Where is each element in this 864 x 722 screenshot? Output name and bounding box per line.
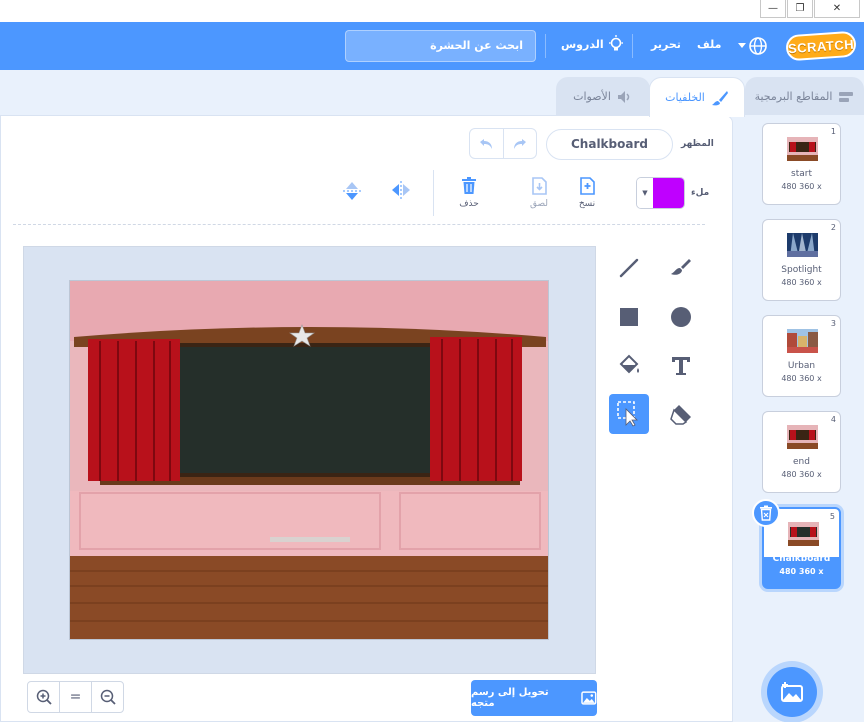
- backdrop-item-urban[interactable]: 3 Urban 480 360 x: [762, 315, 841, 397]
- backdrop-item-start[interactable]: 1 start 480 360 x: [762, 123, 841, 205]
- convert-to-vector-button[interactable]: تحويل إلى رسم متجه: [471, 680, 597, 716]
- eraser-icon: [670, 405, 691, 425]
- edit-menu[interactable]: تحرير: [651, 38, 681, 51]
- search-input[interactable]: ابحث عن الحشرة: [345, 30, 536, 62]
- flip-horizontal-icon: [392, 181, 410, 199]
- backdrop-thumbnail: [787, 329, 818, 353]
- flip-vertical-icon: [343, 182, 361, 200]
- code-blocks-icon: [839, 91, 854, 102]
- text-icon: [672, 357, 690, 375]
- language-globe-icon[interactable]: [748, 36, 768, 56]
- toolbar-divider: [433, 170, 434, 216]
- costume-label: المظهر: [681, 139, 714, 149]
- zoom-out-icon: [100, 689, 116, 705]
- speaker-icon: [617, 90, 630, 103]
- zoom-in-button[interactable]: [28, 682, 60, 712]
- delete-button[interactable]: حذف: [449, 176, 489, 218]
- backdrop-thumbnail: [787, 233, 818, 257]
- zoom-controls: =: [27, 681, 124, 713]
- paintbrush-icon: [711, 90, 728, 105]
- zoom-reset-button[interactable]: =: [60, 682, 92, 712]
- paint-bucket-icon: [619, 354, 639, 374]
- canvas-area[interactable]: [23, 246, 596, 674]
- undo-icon: [480, 138, 493, 149]
- file-menu[interactable]: ملف: [697, 38, 721, 51]
- tutorials-menu[interactable]: الدروس: [561, 35, 624, 53]
- backdrop-thumbnail: [787, 137, 818, 161]
- chevron-down-icon: ▼: [637, 178, 653, 208]
- backdrop-list: 1 start 480 360 x 2 Spotlight 480 360 x …: [734, 115, 864, 722]
- toolbar-separator: [13, 224, 705, 225]
- backdrop-thumbnail: [787, 425, 818, 449]
- redo-icon: [513, 138, 526, 149]
- chevron-down-icon[interactable]: [738, 43, 746, 48]
- fill-color-swatch: [653, 178, 684, 208]
- line-icon: [619, 258, 639, 278]
- menu-bar: SCRATCH ملف تحرير الدروس ابحث عن الحشرة: [0, 22, 864, 70]
- drawing-canvas[interactable]: [69, 280, 549, 640]
- fill-tool[interactable]: [609, 346, 649, 386]
- copy-icon: [580, 177, 595, 195]
- chalkboard-backdrop-image: [70, 281, 548, 639]
- zoom-in-icon: [36, 689, 52, 705]
- fill-label: ملء: [691, 188, 710, 198]
- flip-horizontal-button[interactable]: [381, 180, 421, 222]
- paste-icon: [532, 177, 547, 195]
- undo-redo-group: [469, 128, 537, 159]
- flip-vertical-button[interactable]: [332, 180, 372, 222]
- choose-backdrop-button[interactable]: [767, 667, 817, 717]
- backdrop-item-spotlight[interactable]: 2 Spotlight 480 360 x: [762, 219, 841, 301]
- lightbulb-icon: [608, 35, 623, 51]
- text-tool[interactable]: [661, 346, 701, 386]
- window-titlebar: — ❐ ✕: [0, 0, 864, 22]
- image-icon: [581, 691, 597, 705]
- add-backdrop-icon: [781, 682, 803, 702]
- tab-code[interactable]: المقاطع البرمجية: [745, 77, 864, 115]
- menu-divider: [545, 34, 546, 58]
- paste-button[interactable]: لصق: [519, 176, 559, 218]
- eraser-tool[interactable]: [661, 394, 701, 434]
- paint-editor: المظهر Chalkboard ملء ▼ نسخ لصق حذف = تح…: [0, 115, 733, 722]
- rectangle-icon: [620, 308, 638, 326]
- redo-button[interactable]: [504, 129, 537, 158]
- delete-backdrop-button[interactable]: [752, 499, 780, 527]
- copy-button[interactable]: نسخ: [567, 176, 607, 218]
- backdrop-item-end[interactable]: 4 end 480 360 x: [762, 411, 841, 493]
- tab-backdrops[interactable]: الخلفيات: [649, 77, 745, 117]
- rectangle-tool[interactable]: [609, 297, 649, 337]
- trash-icon: [462, 177, 476, 194]
- scratch-logo[interactable]: SCRATCH: [785, 30, 857, 62]
- trash-icon: [760, 505, 772, 521]
- circle-icon: [671, 307, 691, 327]
- brush-tool[interactable]: [661, 248, 701, 288]
- fill-color-picker[interactable]: ▼: [636, 177, 685, 209]
- undo-button[interactable]: [470, 129, 504, 158]
- minimize-button[interactable]: —: [760, 0, 786, 18]
- zoom-out-button[interactable]: [92, 682, 123, 712]
- maximize-button[interactable]: ❐: [787, 0, 813, 18]
- select-tool[interactable]: [609, 394, 649, 434]
- line-tool[interactable]: [609, 248, 649, 288]
- tab-sounds[interactable]: الأصوات: [556, 77, 650, 115]
- select-cursor-icon: [617, 401, 638, 427]
- close-button[interactable]: ✕: [814, 0, 860, 18]
- costume-name-input[interactable]: Chalkboard: [546, 129, 673, 160]
- backdrop-thumbnail: [788, 522, 819, 546]
- circle-tool[interactable]: [661, 297, 701, 337]
- menu-divider: [632, 34, 633, 58]
- brush-icon: [671, 259, 691, 275]
